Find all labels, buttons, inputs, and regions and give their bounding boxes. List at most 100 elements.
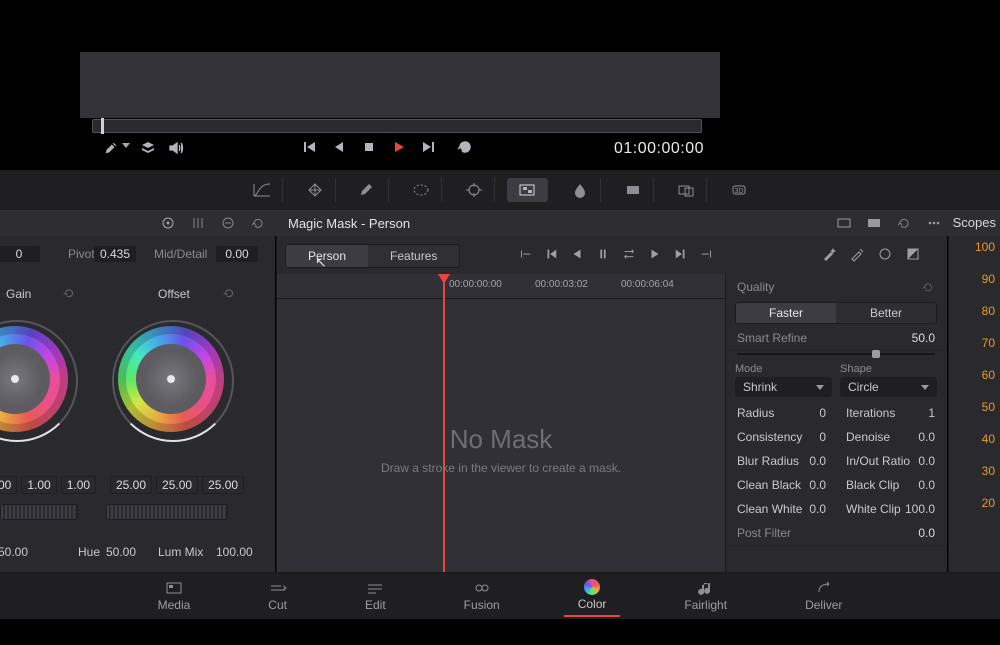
gain-jog[interactable] <box>0 504 78 520</box>
bars-mode-icon[interactable] <box>190 215 206 231</box>
page-deliver-label: Deliver <box>805 598 842 612</box>
mm-step-back-icon[interactable] <box>569 246 585 262</box>
postfilter-value[interactable]: 0.0 <box>918 526 935 540</box>
magic-mask-panel: Person Features ↖ 00:00:00:00 00:00:03:0… <box>276 236 947 572</box>
eyedropper-icon[interactable] <box>104 141 118 155</box>
pv-value[interactable]: 0 <box>0 246 40 262</box>
sat-value[interactable]: 50.00 <box>0 545 28 559</box>
blackclip-label: Black Clip <box>846 478 899 492</box>
mm-timeline[interactable]: 00:00:00:00 00:00:03:02 00:00:06:04 No M… <box>277 274 726 572</box>
mm-empty-sub: Draw a stroke in the viewer to create a … <box>277 461 725 475</box>
quality-better-button[interactable]: Better <box>836 303 936 323</box>
mm-go-end-icon[interactable] <box>673 246 689 262</box>
cleanwhite-value[interactable]: 0.0 <box>809 502 826 516</box>
viewer-timecode[interactable]: 01:00:00:00 <box>614 140 704 158</box>
mm-wand-sub-icon[interactable] <box>849 246 865 262</box>
log-mode-icon[interactable] <box>220 215 236 231</box>
offset-jog[interactable] <box>106 504 228 520</box>
page-color[interactable]: Color <box>564 575 621 617</box>
mm-track-one-fwd-icon[interactable] <box>699 246 715 262</box>
mm-wand-add-icon[interactable] <box>821 246 837 262</box>
magic-mask-tool-icon[interactable] <box>507 178 548 202</box>
tab-features[interactable]: Features <box>368 245 459 267</box>
postfilter-label: Post Filter <box>737 526 791 540</box>
page-color-label: Color <box>578 597 607 611</box>
offset-label: Offset <box>158 287 190 301</box>
gain-color-wheel[interactable] <box>0 326 68 432</box>
panel-menu-icon[interactable] <box>926 215 942 231</box>
inout-label: In/Out Ratio <box>846 454 910 468</box>
cleanblack-value[interactable]: 0.0 <box>809 478 826 492</box>
gain-reset-icon[interactable] <box>62 286 76 300</box>
offset-reset-icon[interactable] <box>222 286 236 300</box>
gain-values[interactable]: 1.001.001.00 <box>0 476 96 494</box>
scrub-playhead[interactable] <box>101 118 104 134</box>
shape-dropdown[interactable]: Circle <box>840 377 937 397</box>
go-end-button[interactable] <box>420 138 438 156</box>
middetail-value[interactable]: 0.00 <box>216 246 258 262</box>
mm-track-both-icon[interactable] <box>621 246 637 262</box>
blur-value[interactable]: 0.0 <box>809 454 826 468</box>
reset-palette-icon[interactable] <box>250 215 266 231</box>
loop-button[interactable] <box>456 138 474 156</box>
curves-tool-icon[interactable] <box>242 178 283 202</box>
denoise-value[interactable]: 0.0 <box>918 430 935 444</box>
mm-go-start-icon[interactable] <box>543 246 559 262</box>
stop-button[interactable] <box>360 138 378 156</box>
qualifier-tool-icon[interactable] <box>348 178 389 202</box>
mm-step-fwd-icon[interactable] <box>647 246 663 262</box>
key-tool-icon[interactable] <box>613 178 654 202</box>
consistency-value[interactable]: 0 <box>819 430 826 444</box>
tracker-tool-icon[interactable] <box>454 178 495 202</box>
blackclip-value[interactable]: 0.0 <box>918 478 935 492</box>
eyedropper-menu-caret[interactable] <box>122 143 130 148</box>
play-button[interactable] <box>390 138 408 156</box>
bypass-icon[interactable] <box>140 140 156 156</box>
3d-tool-icon[interactable]: 3D <box>719 178 759 202</box>
page-deliver[interactable]: Deliver <box>791 576 856 616</box>
warper-tool-icon[interactable] <box>295 178 336 202</box>
offset-values[interactable]: 25.0025.0025.00 <box>110 476 244 494</box>
iterations-value[interactable]: 1 <box>928 406 935 420</box>
step-back-button[interactable] <box>330 138 348 156</box>
lummix-value[interactable]: 100.00 <box>216 545 253 559</box>
color-page-icon <box>584 579 600 595</box>
mm-track-one-back-icon[interactable] <box>517 246 533 262</box>
scope-tick: 70 <box>982 336 995 350</box>
quality-reset-icon[interactable] <box>921 280 935 294</box>
cleanwhite-label: Clean White <box>737 502 802 516</box>
volume-icon[interactable] <box>168 140 184 156</box>
wheels-mode-icon[interactable] <box>160 215 176 231</box>
pivot-value[interactable]: 0.435 <box>94 246 136 262</box>
page-fusion[interactable]: Fusion <box>450 576 514 616</box>
viewer-scrubber[interactable] <box>92 119 702 133</box>
radius-label: Radius <box>737 406 774 420</box>
whiteclip-value[interactable]: 100.0 <box>905 502 935 516</box>
page-media[interactable]: Media <box>144 576 205 616</box>
inout-value[interactable]: 0.0 <box>918 454 935 468</box>
hue-value[interactable]: 50.00 <box>106 545 136 559</box>
page-edit[interactable]: Edit <box>351 576 400 616</box>
page-fairlight[interactable]: Fairlight <box>670 576 741 616</box>
overlay-toggle-icon[interactable] <box>836 215 852 231</box>
quality-faster-button[interactable]: Faster <box>736 303 836 323</box>
scopes-label[interactable]: Scopes <box>953 215 996 230</box>
mm-pause-icon[interactable] <box>595 246 611 262</box>
mm-invert-icon[interactable] <box>905 246 921 262</box>
smart-refine-slider[interactable] <box>737 353 935 355</box>
radius-value[interactable]: 0 <box>819 406 826 420</box>
panel-reset-icon[interactable] <box>896 215 912 231</box>
mode-dropdown[interactable]: Shrink <box>735 377 832 397</box>
smart-refine-value[interactable]: 50.0 <box>912 331 935 345</box>
mm-time-ruler[interactable]: 00:00:00:00 00:00:03:02 00:00:06:04 <box>277 274 725 299</box>
mask-toggle-icon[interactable] <box>866 215 882 231</box>
offset-color-wheel[interactable] <box>118 326 224 432</box>
sizing-tool-icon[interactable] <box>666 178 707 202</box>
tab-person[interactable]: Person <box>286 245 368 267</box>
window-tool-icon[interactable] <box>401 178 442 202</box>
page-cut[interactable]: Cut <box>254 576 301 616</box>
mm-overlay-icon[interactable] <box>877 246 893 262</box>
blur-tool-icon[interactable] <box>560 178 601 202</box>
go-start-button[interactable] <box>300 138 318 156</box>
mode-label: Mode <box>735 363 832 375</box>
